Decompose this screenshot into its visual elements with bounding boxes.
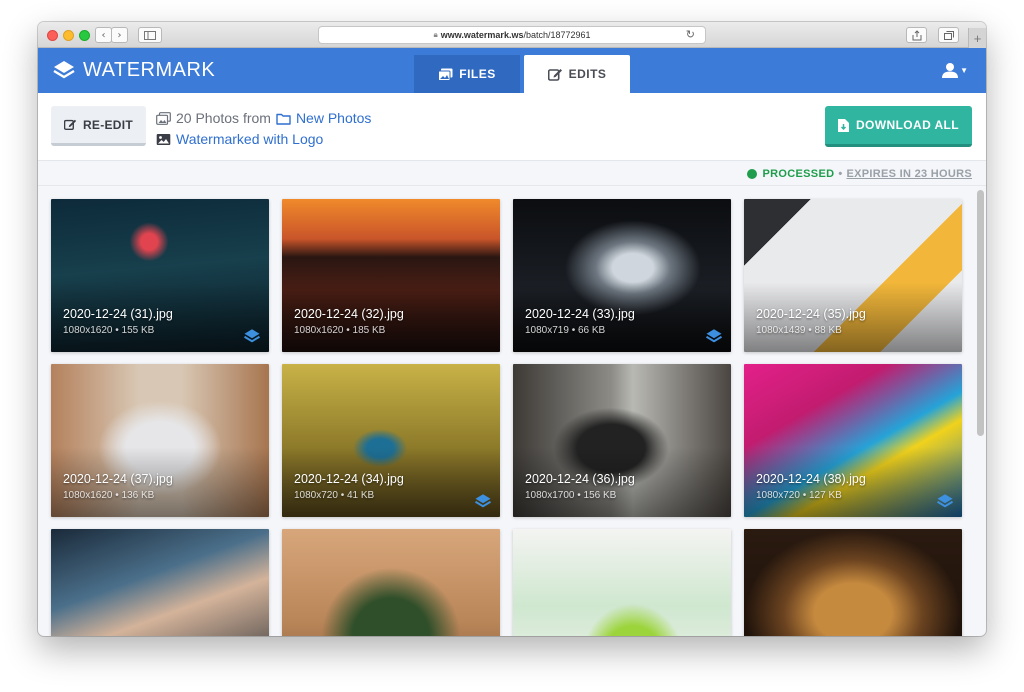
batch-toolbar: RE-EDIT 20 Photos from New Photos Waterm… [38,93,986,161]
download-all-label: DOWNLOAD ALL [855,118,959,132]
photo-tile[interactable] [744,529,962,636]
folder-icon [276,113,291,125]
sidebar-toggle-button[interactable] [138,27,162,43]
zoom-window-button[interactable] [79,30,90,41]
photo-gallery: 2020-12-24 (31).jpg 1080x1620 • 155 KB 202… [38,185,986,636]
photo-meta: 1080x1620 • 185 KB [294,325,386,336]
browser-window: ‹ › 🔒︎ www.watermark.ws/batch/18772961 ↻… [38,22,986,636]
images-icon [438,68,453,81]
reload-icon[interactable]: ↻ [686,28,695,41]
back-button[interactable]: ‹ [95,27,112,43]
photo-count: 20 Photos from [176,110,271,126]
photo-tile[interactable]: 2020-12-24 (37).jpg 1080x1620 • 136 KB [51,364,269,517]
photo-meta: 1080x719 • 66 KB [525,325,606,336]
url-domain: www.watermark.ws [440,30,524,40]
expires-link[interactable]: EXPIRES IN 23 HOURS [846,168,972,180]
photo-meta: 1080x720 • 41 KB [294,490,375,501]
tab-edits[interactable]: EDITS [524,55,630,93]
watermark-logo-icon [705,329,723,343]
watermark-logo-icon [243,329,261,343]
photo-meta: 1080x1620 • 136 KB [63,490,155,501]
photo-meta: 1080x1620 • 155 KB [63,325,155,336]
app-header: WATERMARK FILES EDITS ▼ [38,48,986,93]
batch-info: 20 Photos from New Photos Watermarked wi… [156,108,371,150]
photo-filename: 2020-12-24 (31).jpg [63,307,173,321]
download-all-button[interactable]: DOWNLOAD ALL [825,106,972,147]
photo-filename: 2020-12-24 (38).jpg [756,472,866,486]
watermark-logo-icon [53,61,75,79]
re-edit-label: RE-EDIT [82,117,134,132]
photo-tile[interactable]: 2020-12-24 (34).jpg 1080x720 • 41 KB [282,364,500,517]
photo-filename: 2020-12-24 (35).jpg [756,307,866,321]
browser-toolbar: ‹ › 🔒︎ www.watermark.ws/batch/18772961 ↻… [38,22,986,48]
user-menu[interactable]: ▼ [942,62,968,78]
status-separator: • [838,167,843,180]
photo-tile[interactable] [282,529,500,636]
photo-tile[interactable]: 2020-12-24 (33).jpg 1080x719 • 66 KB [513,199,731,352]
watermark-link[interactable]: Watermarked with Logo [176,129,323,150]
photo-meta: 1080x1439 • 88 KB [756,325,842,336]
photo-thumbnail [744,529,962,636]
new-tab-button[interactable]: + [968,28,986,48]
address-bar[interactable]: 🔒︎ www.watermark.ws/batch/18772961 ↻ [318,26,706,44]
photo-tile[interactable]: 2020-12-24 (35).jpg 1080x1439 • 88 KB [744,199,962,352]
photo-tile[interactable]: 2020-12-24 (38).jpg 1080x720 • 127 KB [744,364,962,517]
photo-filename: 2020-12-24 (37).jpg [63,472,173,486]
forward-button[interactable]: › [111,27,128,43]
edit-icon [63,119,77,130]
photo-tile[interactable]: 2020-12-24 (31).jpg 1080x1620 • 155 KB [51,199,269,352]
photo-thumbnail [282,529,500,636]
tab-files-label: FILES [459,67,496,81]
lock-icon: 🔒︎ [433,30,438,39]
photo-tile[interactable] [51,529,269,636]
images-icon [156,112,171,125]
tab-edits-label: EDITS [568,67,607,81]
close-window-button[interactable] [47,30,58,41]
photo-meta: 1080x1700 • 156 KB [525,490,617,501]
status-bar: PROCESSED • EXPIRES IN 23 HOURS [38,161,986,186]
share-icon [912,29,921,40]
photo-thumbnail [513,529,731,636]
file-download-icon [837,118,849,132]
share-button[interactable] [906,27,927,43]
photo-filename: 2020-12-24 (34).jpg [294,472,404,486]
tabs-icon [943,30,954,40]
watermark-logo-icon [936,494,954,508]
photo-tile[interactable]: 2020-12-24 (32).jpg 1080x1620 • 185 KB [282,199,500,352]
photo-tile[interactable] [513,529,731,636]
url-path: /batch/18772961 [523,30,591,40]
folder-link[interactable]: New Photos [296,108,371,129]
scrollbar-thumb[interactable] [977,190,984,436]
edit-icon [547,68,562,81]
photo-filename: 2020-12-24 (36).jpg [525,472,635,486]
photo-tile[interactable]: 2020-12-24 (36).jpg 1080x1700 • 156 KB [513,364,731,517]
watermark-logo-icon [474,494,492,508]
status-badge: PROCESSED [762,167,835,180]
tabs-button[interactable] [938,27,959,43]
photo-filename: 2020-12-24 (33).jpg [525,307,635,321]
brand-name: WATERMARK [83,58,216,81]
re-edit-button[interactable]: RE-EDIT [51,106,146,146]
photo-thumbnail [51,529,269,636]
sidebar-icon [144,30,156,40]
image-icon [156,134,171,145]
tab-files[interactable]: FILES [414,55,520,93]
minimize-window-button[interactable] [63,30,74,41]
photo-meta: 1080x720 • 127 KB [756,490,842,501]
brand-logo[interactable]: WATERMARK [52,58,215,82]
status-dot-icon [746,168,757,179]
chevron-down-icon: ▼ [960,65,968,75]
user-icon [942,63,959,78]
photo-filename: 2020-12-24 (32).jpg [294,307,404,321]
